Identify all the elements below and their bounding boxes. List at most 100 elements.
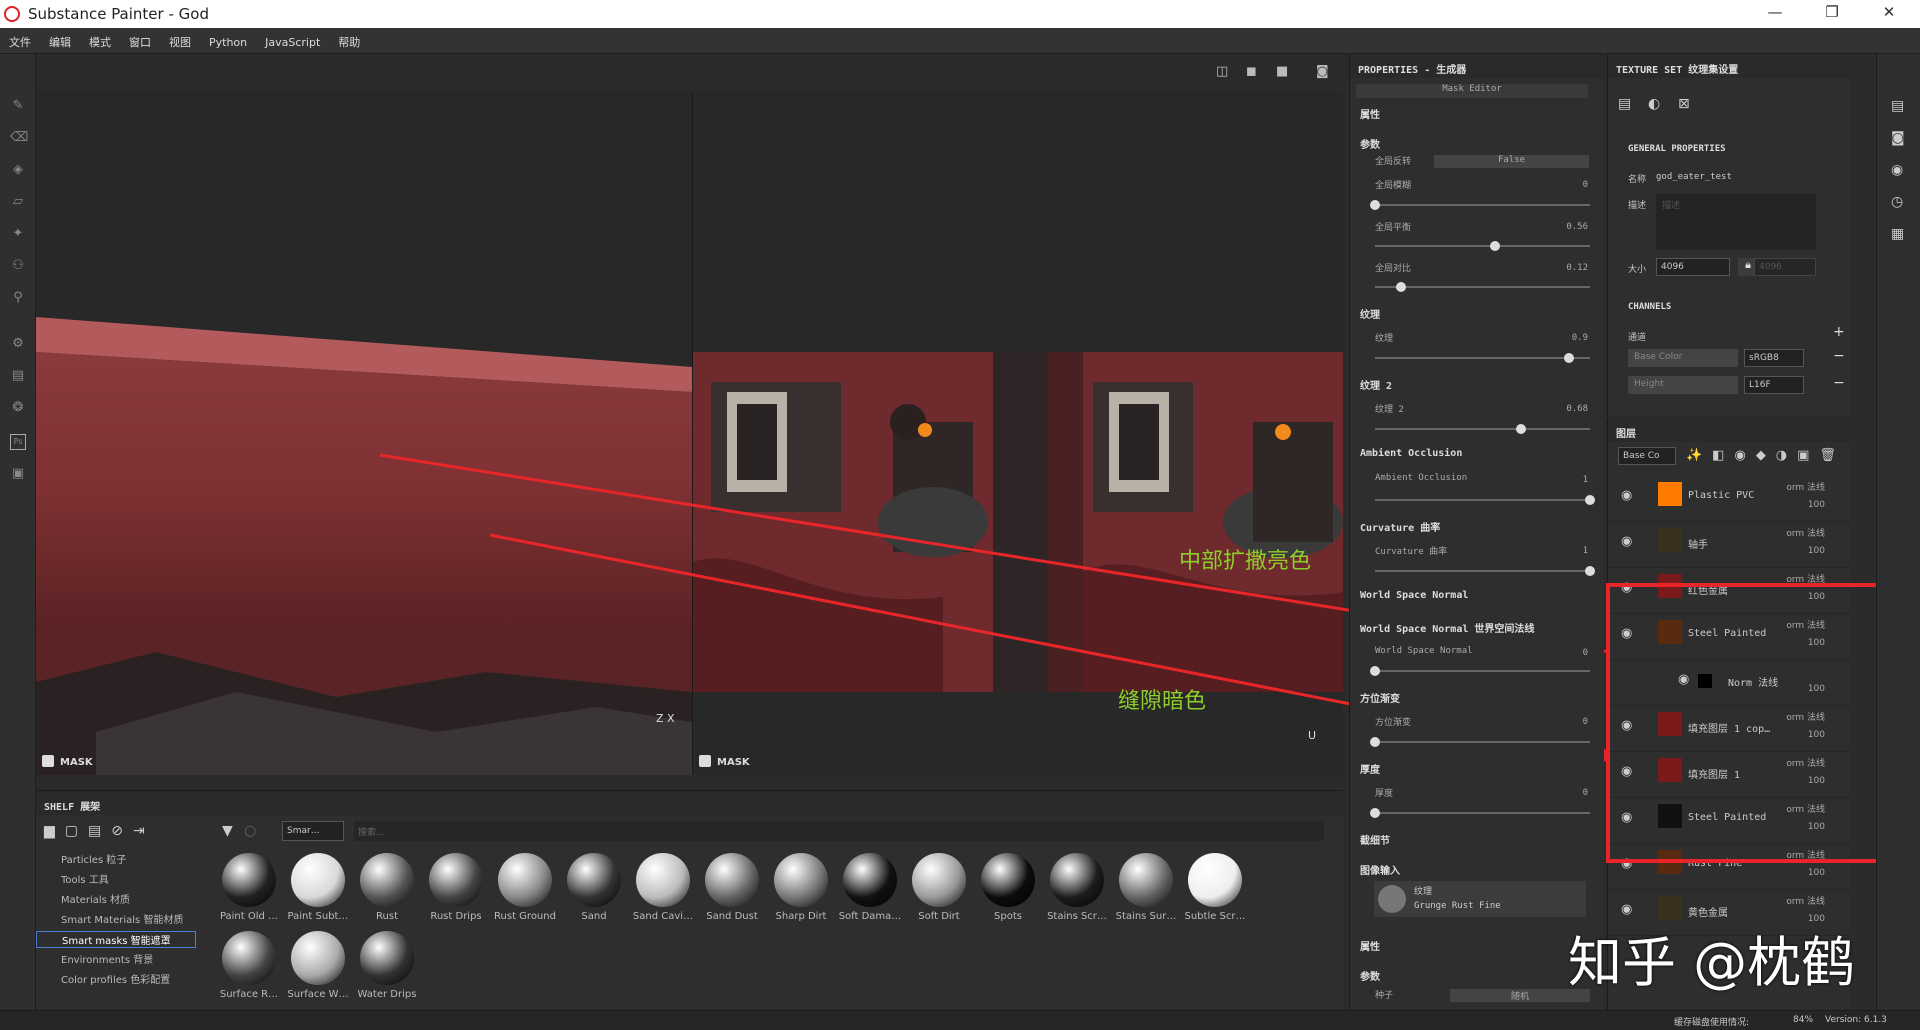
section-direction[interactable]: 方位渐变 bbox=[1360, 690, 1400, 705]
section-wsn[interactable]: World Space Normal bbox=[1360, 590, 1468, 601]
material-preview[interactable] bbox=[1188, 853, 1242, 907]
ao-slider[interactable] bbox=[1375, 495, 1595, 505]
material-preview[interactable] bbox=[360, 853, 414, 907]
mask-editor-dropdown[interactable]: Mask Editor bbox=[1356, 84, 1588, 98]
section-parameters-2[interactable]: 参数 bbox=[1360, 968, 1380, 983]
grunge-texture-slot[interactable]: 纹理 Grunge Rust Fine bbox=[1374, 881, 1586, 917]
contrast-slider[interactable] bbox=[1375, 282, 1590, 292]
size-dropdown[interactable]: 4096 bbox=[1656, 258, 1730, 276]
log-icon[interactable]: ▦ bbox=[1891, 226, 1904, 242]
material-preview[interactable] bbox=[636, 853, 690, 907]
channel-height-format[interactable]: L16F bbox=[1744, 376, 1804, 394]
material-preview[interactable] bbox=[222, 853, 276, 907]
description-field[interactable]: 描述 bbox=[1656, 194, 1816, 250]
shelf-category-item[interactable]: Environments 背景 bbox=[61, 951, 153, 966]
layer-blend-mode[interactable]: orm 法线 bbox=[1786, 480, 1825, 493]
material-icon[interactable]: ◐ bbox=[1648, 96, 1660, 112]
texture-slot-label: 纹理 bbox=[1414, 887, 1433, 897]
display-settings-icon[interactable]: ◙ bbox=[1891, 130, 1905, 146]
material-preview[interactable] bbox=[774, 853, 828, 907]
visibility-eye-icon[interactable]: ◉ bbox=[1621, 902, 1632, 917]
uv-icon[interactable]: ⊠ bbox=[1678, 96, 1690, 112]
layer-opacity[interactable]: 100 bbox=[1808, 500, 1825, 510]
channel-label: 通道 bbox=[1628, 333, 1647, 343]
layer-row[interactable]: ◉ 轴手 orm 法线 100 bbox=[1608, 522, 1851, 568]
shelf-category-item[interactable]: Smart masks 智能遮罩 bbox=[36, 931, 196, 948]
thickness-slider[interactable] bbox=[1370, 808, 1590, 818]
properties-title: PROPERTIES - 生成器 bbox=[1350, 54, 1604, 78]
channel-base-color[interactable]: Base Color bbox=[1628, 349, 1738, 367]
section-ao[interactable]: Ambient Occlusion bbox=[1360, 448, 1462, 459]
material-preview[interactable] bbox=[498, 853, 552, 907]
balance-slider[interactable] bbox=[1375, 241, 1590, 251]
blur-label: 全局模糊 bbox=[1375, 181, 1412, 191]
layer-toolbar-icons[interactable]: ✨◧◉◆◑▣🗑︎ bbox=[1686, 448, 1846, 463]
section-grunge2[interactable]: 纹理 2 bbox=[1360, 377, 1392, 392]
material-preview[interactable] bbox=[1050, 853, 1104, 907]
section-curvature[interactable]: Curvature 曲率 bbox=[1360, 519, 1440, 534]
texture-set-settings-icon[interactable]: ▤ bbox=[1618, 96, 1631, 112]
curvature-slider[interactable] bbox=[1375, 566, 1595, 576]
grunge2-slider[interactable] bbox=[1375, 424, 1590, 434]
material-preview[interactable] bbox=[567, 853, 621, 907]
material-preview[interactable] bbox=[1119, 853, 1173, 907]
shelf-toolbar-icons[interactable]: ▆▢▤⊘⇥ bbox=[44, 823, 155, 839]
shelf-category-item[interactable]: Smart Materials 智能材质 bbox=[61, 911, 183, 926]
layer-blend-mode[interactable]: orm 法线 bbox=[1786, 526, 1825, 539]
material-label: Subtle Scr… bbox=[1184, 911, 1246, 922]
layer-thumbnail bbox=[1658, 528, 1682, 552]
shelf-category-item[interactable]: Color profiles 色彩配置 bbox=[61, 971, 170, 986]
section-attributes-2[interactable]: 属性 bbox=[1360, 938, 1380, 953]
section-attributes[interactable]: 属性 bbox=[1360, 106, 1380, 121]
material-preview[interactable] bbox=[222, 931, 276, 985]
section-thickness[interactable]: 厚度 bbox=[1360, 761, 1380, 776]
circle-icon[interactable]: ○ bbox=[244, 823, 256, 839]
layer-name[interactable]: 轴手 bbox=[1688, 536, 1708, 551]
remove-channel-icon[interactable]: − bbox=[1833, 348, 1845, 364]
shelf-category-item[interactable]: Tools 工具 bbox=[61, 871, 109, 886]
add-channel-icon[interactable]: + bbox=[1833, 324, 1845, 340]
channel-height[interactable]: Height bbox=[1628, 376, 1738, 394]
section-detail[interactable]: 截细节 bbox=[1360, 832, 1390, 847]
filter-tag[interactable]: Smar… bbox=[282, 821, 344, 841]
material-preview[interactable] bbox=[291, 931, 345, 985]
invert-toggle[interactable]: False bbox=[1434, 155, 1589, 168]
material-preview[interactable] bbox=[360, 931, 414, 985]
remove-channel-icon-2[interactable]: − bbox=[1833, 375, 1845, 391]
material-preview[interactable] bbox=[843, 853, 897, 907]
size-height-field[interactable]: 4096 bbox=[1754, 258, 1816, 276]
shelf-category-item[interactable]: Materials 材质 bbox=[61, 891, 130, 906]
material-preview[interactable] bbox=[705, 853, 759, 907]
shelf-category-item[interactable]: Particles 粒子 bbox=[61, 851, 126, 866]
shader-icon[interactable]: ◉ bbox=[1891, 162, 1903, 178]
layer-opacity[interactable]: 100 bbox=[1808, 546, 1825, 556]
material-preview[interactable] bbox=[912, 853, 966, 907]
grunge-slider[interactable] bbox=[1375, 353, 1590, 363]
layer-name[interactable]: Plastic PVC bbox=[1688, 490, 1754, 501]
shelf-material-grid: Paint Old … Paint Subt… Rust Rust Drips Rust… bbox=[216, 851, 1336, 1011]
wsn-slider[interactable] bbox=[1370, 666, 1590, 676]
material-preview[interactable] bbox=[291, 853, 345, 907]
material-preview[interactable] bbox=[981, 853, 1035, 907]
shelf-search-input[interactable]: 搜索... bbox=[354, 821, 1324, 841]
filter-icon[interactable]: ▼ bbox=[222, 823, 233, 839]
layers-panel-icon[interactable]: ▤ bbox=[1891, 98, 1904, 114]
material-preview[interactable] bbox=[429, 853, 483, 907]
curvature-value: 1 bbox=[1582, 546, 1588, 556]
section-image-input[interactable]: 图像输入 bbox=[1360, 862, 1400, 877]
blur-slider[interactable] bbox=[1370, 200, 1590, 210]
channel-base-color-format[interactable]: sRGB8 bbox=[1744, 349, 1804, 367]
section-parameters[interactable]: 参数 bbox=[1360, 136, 1380, 151]
texture-set-title: TEXTURE SET 纹理集设置 bbox=[1608, 54, 1850, 78]
layer-row[interactable]: ◉ Plastic PVC orm 法线 100 bbox=[1608, 476, 1851, 522]
section-grunge[interactable]: 纹理 bbox=[1360, 306, 1380, 321]
layer-channel-select[interactable]: Base Co bbox=[1618, 447, 1676, 465]
section-wsn2[interactable]: World Space Normal 世界空间法线 bbox=[1360, 620, 1590, 635]
layer-opacity[interactable]: 100 bbox=[1808, 868, 1825, 878]
visibility-eye-icon[interactable]: ◉ bbox=[1621, 534, 1632, 549]
layer-blend-mode[interactable]: orm 法线 bbox=[1786, 894, 1825, 907]
history-icon[interactable]: ◷ bbox=[1891, 194, 1903, 210]
visibility-eye-icon[interactable]: ◉ bbox=[1621, 488, 1632, 503]
direction-slider[interactable] bbox=[1370, 737, 1590, 747]
layer-name[interactable]: 黄色金属 bbox=[1688, 904, 1728, 919]
